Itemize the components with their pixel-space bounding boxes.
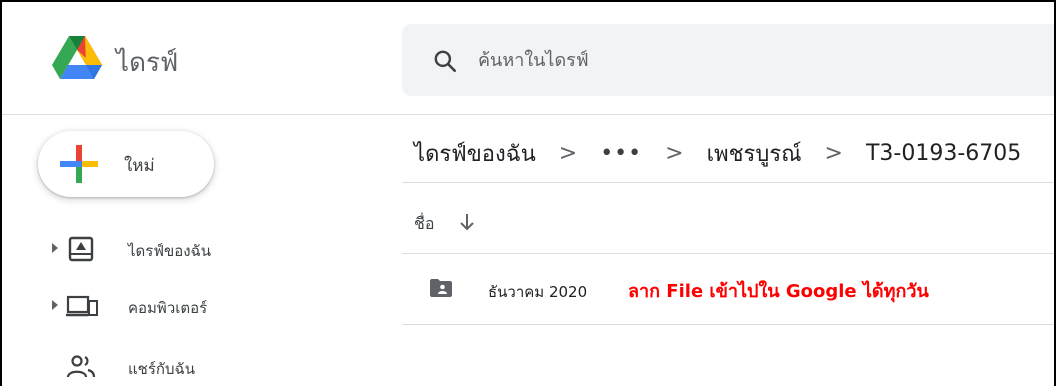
sidebar-item-label: ไดรฟ์ของฉัน: [128, 242, 212, 260]
file-name: ธันวาคม 2020: [488, 283, 588, 301]
annotation-text: ลาก File เข้าไปใน Google ได้ทุกวัน: [628, 281, 929, 302]
arrow-down-icon[interactable]: [458, 212, 476, 232]
breadcrumb-divider: [402, 182, 1054, 183]
sidebar-item-my-drive[interactable]: ไดรฟ์ของฉัน: [2, 228, 392, 270]
shared-folder-icon: [430, 279, 452, 297]
search-bar[interactable]: [402, 24, 1054, 96]
breadcrumb-separator: >: [824, 141, 843, 166]
shared-with-me-icon: [66, 355, 96, 378]
app-window: ไดรฟ์ ใหม่ ไดรฟ์ของฉัน: [0, 0, 1056, 386]
breadcrumb-item-current[interactable]: T3-0193-6705: [866, 141, 1021, 166]
new-button-label: ใหม่: [124, 156, 155, 176]
breadcrumb-item-my-drive[interactable]: ไดรฟ์ของฉัน: [414, 136, 536, 171]
sidebar-item-label: แชร์กับฉัน: [128, 360, 195, 378]
breadcrumb-separator: >: [665, 141, 684, 166]
search-icon[interactable]: [432, 48, 458, 74]
breadcrumb-item-folder[interactable]: เพชรบูรณ์: [707, 136, 802, 171]
breadcrumb: ไดรฟ์ของฉัน > ••• > เพชรบูรณ์ > T3-0193-…: [414, 136, 1021, 176]
sidebar-item-label: คอมพิวเตอร์: [128, 299, 208, 317]
search-input[interactable]: [476, 42, 980, 78]
sidebar-item-computers[interactable]: คอมพิวเตอร์: [2, 285, 392, 327]
breadcrumb-more-button[interactable]: •••: [600, 141, 642, 166]
expand-arrow-icon[interactable]: [52, 243, 58, 253]
google-drive-logo[interactable]: [52, 36, 102, 80]
list-item[interactable]: ธันวาคม 2020 ลาก File เข้าไปใน Google ได…: [402, 254, 1054, 324]
my-drive-icon: [68, 236, 94, 262]
computer-icon: [66, 295, 98, 317]
column-header-name[interactable]: ชื่อ: [414, 212, 434, 237]
expand-arrow-icon[interactable]: [52, 300, 58, 310]
sidebar-item-shared[interactable]: แชร์กับฉัน: [2, 346, 392, 386]
header-divider: [2, 114, 1054, 115]
breadcrumb-separator: >: [558, 141, 578, 166]
list-divider: [402, 324, 1054, 325]
app-title: ไดรฟ์: [116, 48, 179, 78]
plus-icon: [60, 145, 98, 183]
new-button[interactable]: ใหม่: [38, 131, 214, 197]
